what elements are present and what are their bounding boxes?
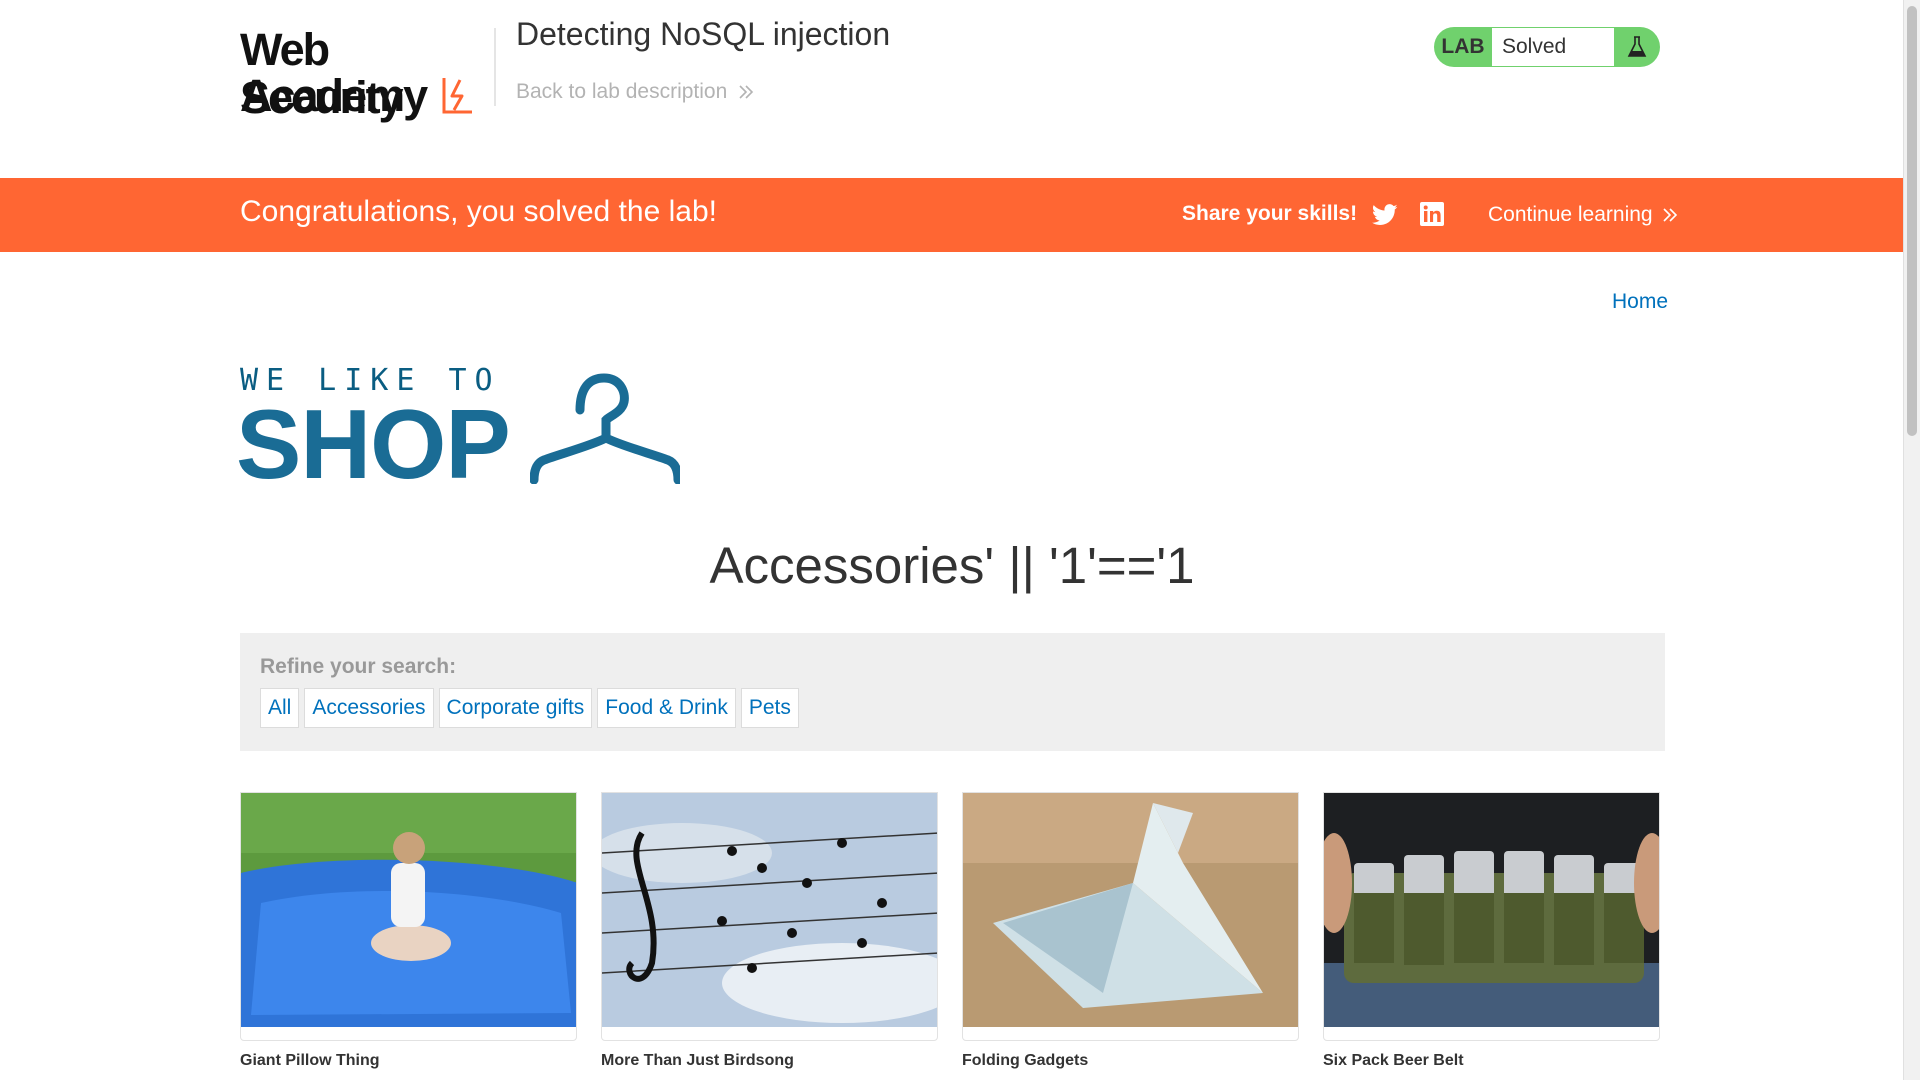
- flask-icon: [1614, 27, 1660, 67]
- product-name: Six Pack Beer Belt: [1323, 1052, 1464, 1069]
- continue-learning-link[interactable]: Continue learning: [1488, 203, 1679, 227]
- product-name: Folding Gadgets: [962, 1052, 1089, 1069]
- refine-search-panel: Refine your search: All Accessories Corp…: [240, 633, 1665, 751]
- product-card[interactable]: More Than Just Birdsong: [601, 792, 938, 1069]
- product-name: Giant Pillow Thing: [240, 1052, 380, 1069]
- product-image-folding-gadgets[interactable]: [962, 792, 1299, 1041]
- coat-hanger-icon: [530, 373, 680, 484]
- filter-all[interactable]: All: [260, 688, 300, 728]
- filter-pets[interactable]: Pets: [740, 688, 799, 728]
- lab-status-label: LAB: [1441, 35, 1485, 58]
- twitter-icon[interactable]: [1372, 204, 1398, 226]
- logo-bolt-icon: [442, 78, 472, 114]
- page: Web Security Academy Detecting NoSQL inj…: [0, 0, 1904, 1080]
- product-name: More Than Just Birdsong: [601, 1052, 794, 1069]
- product-image-birdsong[interactable]: [601, 792, 938, 1041]
- product-card[interactable]: Folding Gadgets: [962, 792, 1299, 1069]
- lab-title: Detecting NoSQL injection: [516, 16, 891, 52]
- home-link[interactable]: Home: [1612, 290, 1668, 314]
- product-image-beer-belt[interactable]: [1323, 792, 1660, 1041]
- lab-status-widget: LAB Solved: [1434, 27, 1660, 67]
- double-chevron-right-icon: [1663, 208, 1677, 222]
- product-card[interactable]: Six Pack Beer Belt: [1323, 792, 1660, 1069]
- vertical-scrollbar[interactable]: [1903, 0, 1920, 1080]
- back-link-label: Back to lab description: [516, 80, 728, 103]
- congratulations-message: Congratulations, you solved the lab!: [240, 195, 717, 228]
- filter-corporate-gifts[interactable]: Corporate gifts: [438, 688, 593, 728]
- refine-search-label: Refine your search:: [260, 655, 457, 678]
- back-to-lab-description-link[interactable]: Back to lab description: [516, 80, 755, 104]
- logo-line2: Academy: [240, 70, 428, 121]
- double-chevron-right-icon: [739, 85, 754, 99]
- filter-accessories[interactable]: Accessories: [304, 688, 434, 728]
- product-card[interactable]: Giant Pillow Thing: [240, 792, 577, 1069]
- linkedin-icon[interactable]: [1420, 202, 1444, 226]
- lab-status-state: Solved: [1492, 28, 1614, 66]
- scrollbar-thumb[interactable]: [1907, 6, 1917, 436]
- header-divider: [494, 28, 496, 106]
- we-like-to-shop-logo[interactable]: WE LIKE TO SHOP: [236, 364, 680, 494]
- search-results-title: Accessories' || '1'=='1: [709, 537, 1195, 594]
- filter-food-and-drink[interactable]: Food & Drink: [597, 688, 736, 728]
- category-filter-list: All Accessories Corporate gifts Food & D…: [260, 688, 799, 728]
- solved-banner: Congratulations, you solved the lab! Sha…: [0, 178, 1904, 252]
- share-your-skills-label: Share your skills!: [1182, 202, 1358, 225]
- continue-learning-label: Continue learning: [1488, 203, 1653, 226]
- product-image-giant-pillow[interactable]: [240, 792, 577, 1041]
- shop-logo-word: SHOP: [236, 389, 511, 499]
- web-security-academy-logo[interactable]: Web Security Academy: [240, 26, 490, 122]
